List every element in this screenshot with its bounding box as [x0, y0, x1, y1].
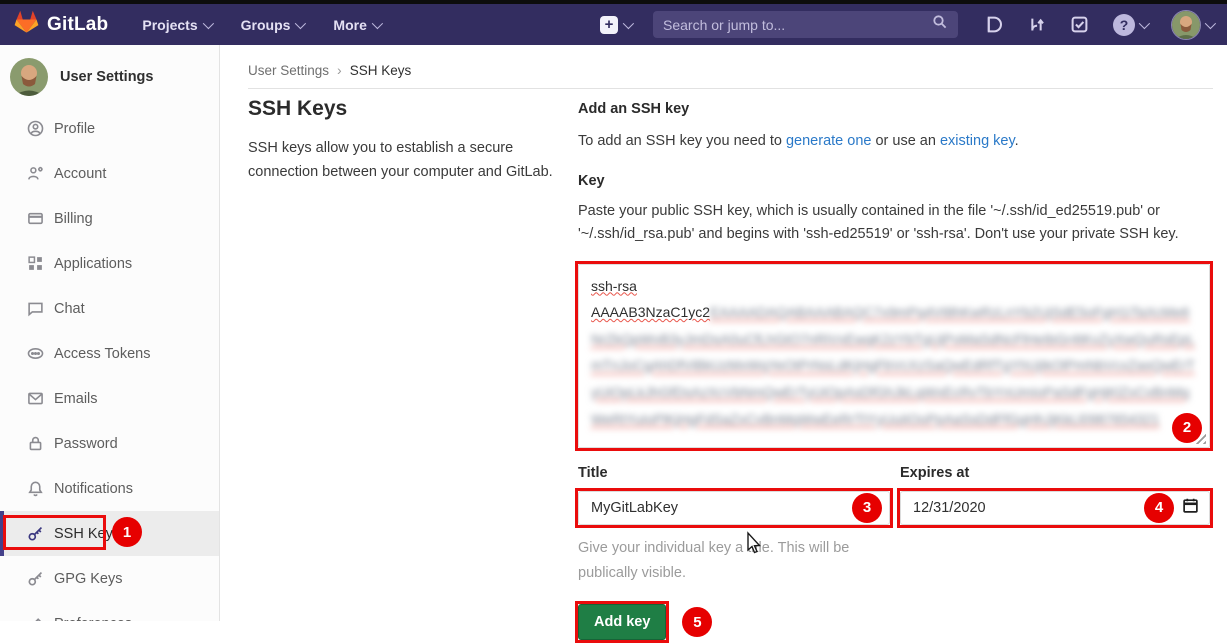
search-input[interactable] [663, 17, 932, 33]
calendar-icon[interactable] [1182, 497, 1199, 518]
breadcrumb-current: SSH Keys [350, 63, 412, 78]
billing-icon [27, 210, 44, 227]
breadcrumb-separator: › [337, 62, 342, 78]
section-intro: SSH Keys SSH keys allow you to establish… [248, 97, 553, 185]
chevron-down-icon [202, 17, 213, 28]
breadcrumb-parent[interactable]: User Settings [248, 63, 329, 78]
applications-icon [27, 255, 44, 272]
add-key-button[interactable]: Add key [578, 604, 666, 640]
global-search[interactable] [653, 11, 958, 38]
annotation-badge-2: 2 [1172, 413, 1202, 443]
key-text-visible: AAAAB3NzaC1yc2 [591, 304, 710, 320]
key-help-text: Paste your public SSH key, which is usua… [578, 200, 1216, 246]
chevron-down-icon [295, 17, 306, 28]
new-menu-button[interactable]: + [600, 16, 631, 34]
top-right-icons: ? [984, 10, 1213, 40]
annotation-box-2: ssh-rsa AAAAB3NzaC1yc2EAAAADAQABAAABAQC7… [575, 261, 1213, 451]
expires-label: Expires at [900, 465, 1213, 481]
form-section-title: Add an SSH key [578, 101, 1216, 117]
mouse-cursor [744, 531, 762, 560]
title-field-group: Title 3 [575, 465, 893, 528]
gitlab-tanuki-icon [14, 10, 39, 39]
user-menu[interactable] [1171, 10, 1213, 40]
title-input[interactable] [578, 491, 890, 525]
key-label: Key [578, 173, 1216, 189]
help-icon: ? [1113, 14, 1135, 36]
top-navbar: GitLab Projects Groups More + [0, 4, 1227, 45]
chevron-down-icon [1205, 17, 1216, 28]
todos-icon[interactable] [1070, 15, 1089, 34]
issues-icon[interactable] [984, 15, 1003, 34]
fields-row: Title 3 Expires at 12/31/2020 [575, 465, 1213, 528]
key-text-line1: ssh-rsa [591, 278, 637, 294]
sidebar-item-applications[interactable]: Applications [0, 241, 219, 286]
merge-requests-icon[interactable] [1027, 15, 1046, 34]
form-intro: To add an SSH key you need to generate o… [578, 130, 1216, 153]
sidebar-item-emails[interactable]: Emails [0, 376, 219, 421]
annotation-badge-3: 3 [852, 493, 882, 523]
title-label: Title [578, 465, 893, 481]
plus-square-icon: + [600, 16, 618, 34]
annotation-box-1 [3, 515, 106, 550]
expires-field-group: Expires at 12/31/2020 4 [897, 465, 1213, 528]
breadcrumb: User Settings › SSH Keys [248, 62, 1227, 78]
sidebar-item-account[interactable]: Account [0, 151, 219, 196]
chat-icon [27, 300, 44, 317]
existing-key-link[interactable]: existing key [940, 133, 1015, 149]
sidebar-item-billing[interactable]: Billing [0, 196, 219, 241]
gitlab-wordmark: GitLab [47, 14, 108, 36]
annotation-box-5: Add key [575, 601, 669, 643]
profile-icon [27, 120, 44, 137]
annotation-badge-1: 1 [112, 517, 142, 547]
gpg-keys-icon [27, 570, 44, 587]
annotation-badge-4: 4 [1144, 493, 1174, 523]
annotation-box-3: 3 [575, 488, 893, 528]
annotation-badge-5: 5 [682, 607, 712, 637]
sidebar-item-profile[interactable]: Profile [0, 106, 219, 151]
generate-one-link[interactable]: generate one [786, 133, 871, 149]
page-description: SSH keys allow you to establish a secure… [248, 137, 553, 185]
nav-more[interactable]: More [333, 17, 379, 33]
account-icon [27, 165, 44, 182]
help-menu[interactable]: ? [1113, 14, 1147, 36]
user-avatar [10, 58, 48, 96]
user-avatar [1171, 10, 1201, 40]
title-help-text: Give your individual key a title. This w… [578, 536, 878, 587]
content-area: User Settings › SSH Keys SSH Keys SSH ke… [220, 45, 1227, 621]
sidebar-item-chat[interactable]: Chat [0, 286, 219, 331]
sidebar-item-access-tokens[interactable]: Access Tokens [0, 331, 219, 376]
ssh-key-textarea[interactable]: ssh-rsa AAAAB3NzaC1yc2EAAAADAQABAAABAQC7… [578, 264, 1210, 448]
submit-row: Add key 5 [575, 601, 1216, 643]
page-title: SSH Keys [248, 97, 553, 121]
chevron-down-icon [623, 17, 634, 28]
settings-sidebar: User Settings Profile Account Billing [0, 45, 220, 621]
notifications-icon [27, 480, 44, 497]
key-text-redacted: EAAAADAQABAAABAQC7x9mPq4Vt8hKwRzLnYb2UjS… [591, 304, 1195, 426]
search-icon [932, 14, 948, 35]
preferences-icon [27, 615, 44, 621]
expires-value: 12/31/2020 [913, 500, 986, 516]
access-tokens-icon [27, 345, 44, 362]
chevron-down-icon [1139, 17, 1150, 28]
chevron-down-icon [372, 17, 383, 28]
gitlab-logo[interactable]: GitLab [14, 10, 108, 39]
sidebar-profile: User Settings [0, 45, 219, 97]
sidebar-item-gpg-keys[interactable]: GPG Keys [0, 556, 219, 601]
sidebar-item-password[interactable]: Password [0, 421, 219, 466]
nav-groups[interactable]: Groups [241, 17, 304, 33]
breadcrumb-divider [248, 88, 1213, 89]
nav-projects[interactable]: Projects [142, 17, 210, 33]
sidebar-item-preferences[interactable]: Preferences [0, 601, 219, 621]
emails-icon [27, 390, 44, 407]
sidebar-item-notifications[interactable]: Notifications [0, 466, 219, 511]
window-edge [0, 0, 1227, 4]
annotation-box-4: 12/31/2020 4 [897, 488, 1213, 528]
top-nav-menu: Projects Groups More [142, 17, 379, 33]
password-icon [27, 435, 44, 452]
add-ssh-key-form: Add an SSH key To add an SSH key you nee… [578, 91, 1216, 643]
sidebar-title: User Settings [60, 69, 153, 85]
